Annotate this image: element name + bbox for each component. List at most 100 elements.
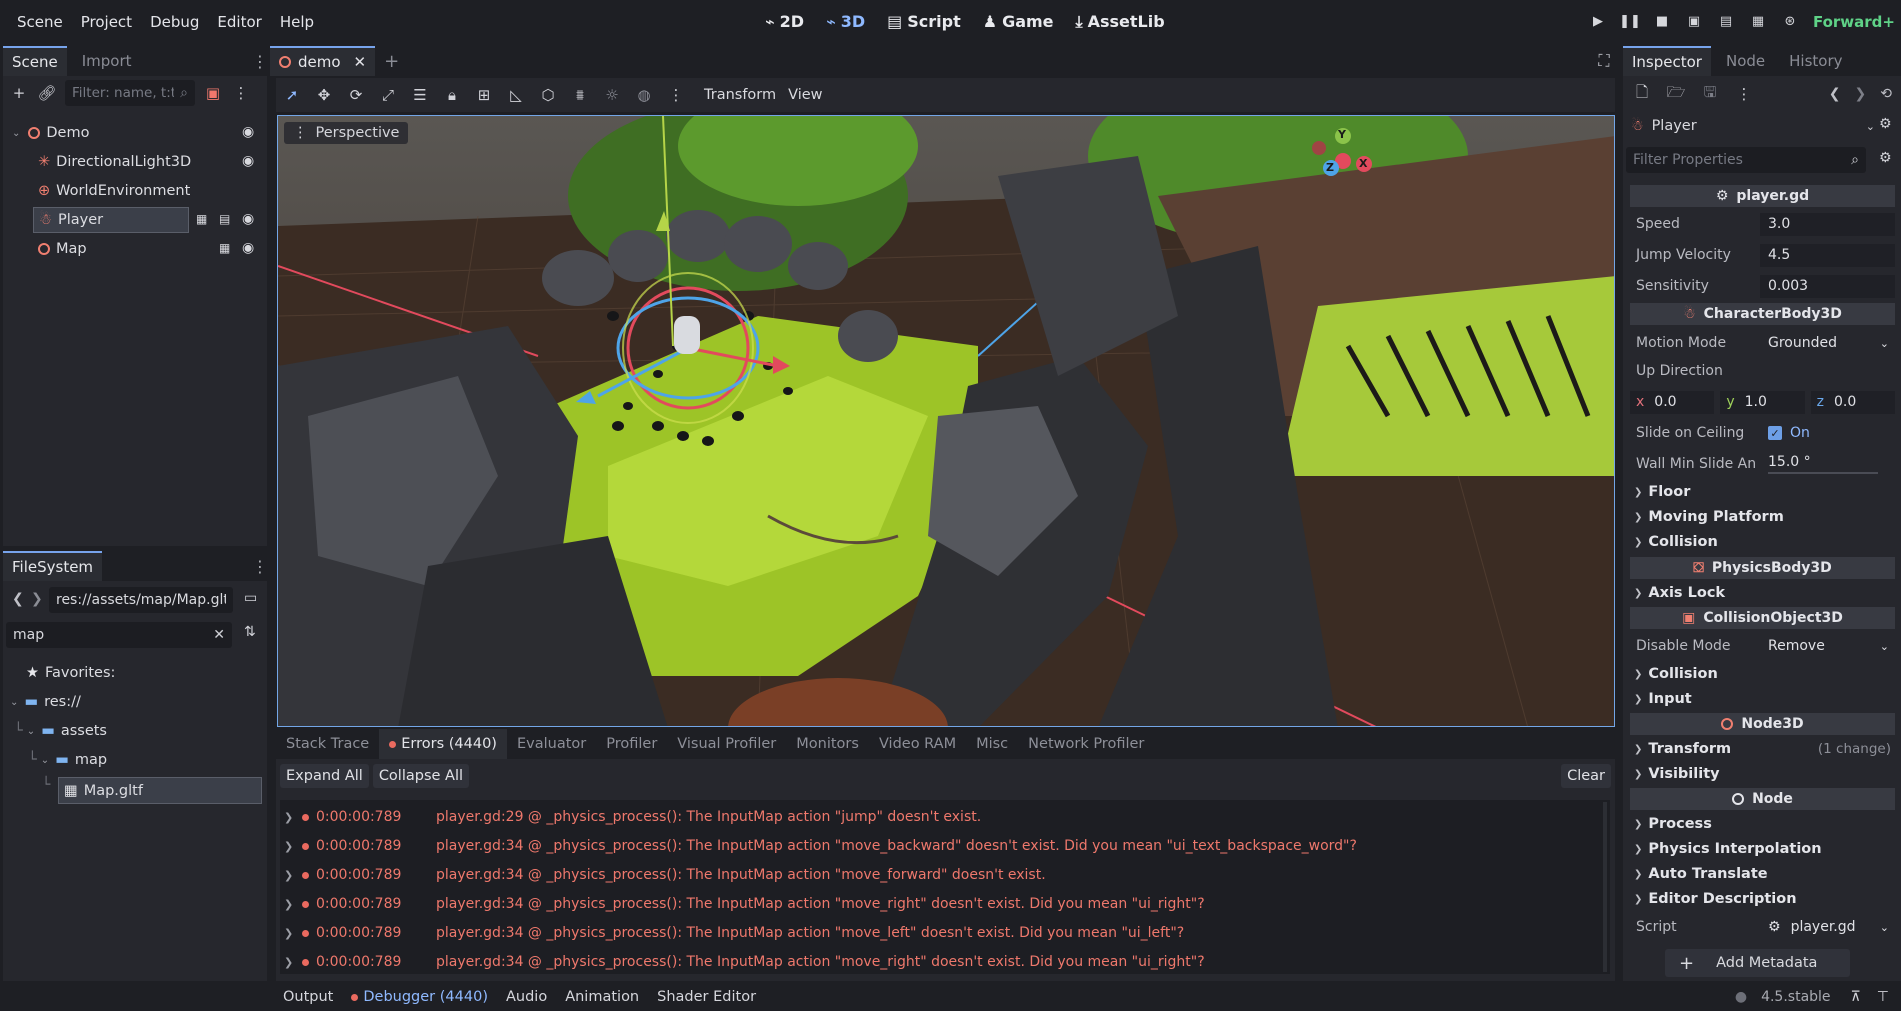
tree-node-map[interactable]: Map [38, 237, 87, 261]
group-icon[interactable]: ⊞ [474, 85, 494, 105]
visibility-eye-icon[interactable]: ◉ [242, 124, 254, 140]
close-icon[interactable]: ✕ [354, 53, 367, 71]
link-icon[interactable]: 🔗︎ [37, 83, 57, 103]
selectable-list-icon[interactable]: ☰ [410, 85, 430, 105]
section-process[interactable]: ❯ Process [1630, 812, 1895, 836]
section-input[interactable]: ❯ Input [1630, 687, 1895, 711]
movie-maker-icon[interactable]: ⊛ [1781, 13, 1799, 31]
tab-evaluator[interactable]: Evaluator [507, 729, 596, 759]
favorites-item[interactable]: ★ Favorites: [26, 661, 115, 685]
renderer-select[interactable]: Forward+ [1813, 13, 1895, 31]
file-map-gltf[interactable]: ▦ Map.gltf [58, 777, 262, 804]
section-physics-interpolation[interactable]: ❯ Physics Interpolation [1630, 837, 1895, 861]
scene-tab-demo[interactable]: demo ✕ [270, 46, 376, 76]
scale-tool-icon[interactable]: ⤢ [378, 85, 398, 105]
forward-icon[interactable]: ❯ [1855, 86, 1867, 102]
perspective-menu[interactable]: ⋮ Perspective [284, 122, 409, 144]
slider-track[interactable] [1768, 472, 1878, 474]
section-visibility[interactable]: ❯ Visibility [1630, 762, 1895, 786]
script-attach-icon[interactable]: ▣ [203, 83, 223, 103]
section-axis-lock[interactable]: ❯ Axis Lock [1630, 581, 1895, 605]
sun-preview-icon[interactable]: ☼ [602, 85, 622, 105]
path-field[interactable]: res://assets/map/Map.gltf [49, 587, 233, 613]
bottom-tab-debugger[interactable]: Debugger (4440) [342, 989, 497, 1005]
expand-all-button[interactable]: Expand All [280, 764, 369, 788]
tree-node-worldenvironment[interactable]: ⊕ WorldEnvironment [38, 179, 190, 203]
tab-visual-profiler[interactable]: Visual Profiler [667, 729, 786, 759]
section-editor-description[interactable]: ❯ Editor Description [1630, 887, 1895, 911]
add-node-icon[interactable]: + [9, 83, 29, 103]
add-scene-tab-icon[interactable]: + [375, 46, 408, 76]
tab-misc[interactable]: Misc [966, 729, 1018, 759]
clapper-icon[interactable]: ▦ [196, 212, 207, 226]
jump-velocity-field[interactable]: 4.5 [1760, 243, 1895, 267]
back-icon[interactable]: ❮ [1829, 86, 1841, 102]
kebab-icon[interactable]: ⋮ [252, 46, 268, 76]
workspace-3d[interactable]: ⌁ 3D [826, 12, 865, 31]
error-row[interactable]: ❯ 0:00:00:789 player.gd:34 @ _physics_proc… [284, 863, 1046, 887]
wall-min-slide-field[interactable]: 15.0 ° [1760, 453, 1895, 476]
collapse-all-button[interactable]: Collapse All [372, 764, 470, 788]
tree-node-directionallight3d[interactable]: ✳ DirectionalLight3D [38, 150, 191, 174]
history-icon[interactable]: ⟲ [1880, 86, 1892, 102]
play-scene-icon[interactable]: ▤ [1717, 13, 1735, 31]
bottom-tab-shader-editor[interactable]: Shader Editor [648, 989, 765, 1005]
snap-icon[interactable]: ⩩ [570, 85, 590, 105]
section-moving-platform[interactable]: ❯ Moving Platform [1630, 505, 1895, 529]
tab-history[interactable]: History [1780, 46, 1851, 76]
open-folder-icon[interactable]: 🗁︎ [1666, 83, 1686, 104]
pin-icon[interactable]: ⊼ [1851, 989, 1861, 1005]
section-collision-2[interactable]: ❯ Collision [1630, 662, 1895, 686]
save-icon[interactable]: 🖫︎ [1700, 83, 1720, 104]
rotate-tool-icon[interactable]: ⟳ [346, 85, 366, 105]
add-metadata-button[interactable]: + Add Metadata [1665, 949, 1850, 977]
section-auto-translate[interactable]: ❯ Auto Translate [1630, 862, 1895, 886]
play-custom-scene-icon[interactable]: ▦ [1749, 13, 1767, 31]
visibility-eye-icon[interactable]: ◉ [242, 240, 254, 256]
stop-icon[interactable]: ■ [1653, 13, 1671, 31]
tab-import[interactable]: Import [73, 46, 141, 76]
environment-preview-icon[interactable]: ◍ [634, 85, 654, 105]
menu-help[interactable]: Help [271, 13, 323, 31]
script-icon[interactable]: ▤ [219, 212, 230, 226]
menu-editor[interactable]: Editor [208, 13, 270, 31]
tab-scene[interactable]: Scene [3, 46, 67, 76]
object-selector[interactable]: ☃ Player ⌄ [1625, 113, 1875, 139]
kebab-icon[interactable]: ⋮ [666, 85, 686, 105]
kebab-icon[interactable]: ⋮ [1734, 84, 1754, 104]
transform-menu[interactable]: Transform [704, 87, 776, 103]
split-mode-icon[interactable]: ▭ [244, 590, 257, 606]
tree-node-player[interactable]: ☃ Player [33, 207, 189, 233]
ruler-icon[interactable]: ◺ [506, 85, 526, 105]
workspace-game[interactable]: ♟ Game [983, 12, 1054, 31]
up-x-field[interactable]: x 0.0 [1630, 390, 1715, 414]
sensitivity-field[interactable]: 0.003 [1760, 274, 1895, 298]
speed-field[interactable]: 3.0 [1760, 212, 1895, 236]
tab-network-profiler[interactable]: Network Profiler [1018, 729, 1154, 759]
back-icon[interactable]: ❮ [12, 591, 24, 607]
folder-assets[interactable]: └ ⌄ ▬ assets [14, 719, 107, 743]
disable-mode-select[interactable]: Remove ⌄ [1760, 635, 1895, 658]
scene-filter-input[interactable]: Filter: name, t:t ⌕ [65, 80, 195, 106]
visibility-eye-icon[interactable]: ◉ [242, 211, 254, 227]
move-tool-icon[interactable]: ✥ [314, 85, 334, 105]
tab-profiler[interactable]: Profiler [596, 729, 667, 759]
distraction-free-icon[interactable]: ⛶ [1597, 46, 1611, 76]
motion-mode-select[interactable]: Grounded ⌄ [1760, 332, 1895, 355]
tab-video-ram[interactable]: Video RAM [869, 729, 966, 759]
error-row[interactable]: ❯ 0:00:00:789 player.gd:34 @ _physics_proc… [284, 834, 1357, 858]
menu-project[interactable]: Project [72, 13, 141, 31]
object-properties-icon[interactable]: ⚙ [1879, 116, 1892, 132]
bottom-tab-audio[interactable]: Audio [497, 989, 556, 1005]
slide-on-ceiling-checkbox[interactable]: ✓ On [1760, 422, 1895, 445]
error-row[interactable]: ❯ 0:00:00:789 player.gd:29 @ _physics_proc… [284, 805, 981, 829]
workspace-assetlib[interactable]: ⤓ AssetLib [1076, 12, 1165, 32]
update-spinner-icon[interactable]: ● [1735, 989, 1747, 1005]
kebab-icon[interactable]: ⋮ [252, 551, 268, 581]
forward-icon[interactable]: ❯ [31, 591, 43, 607]
gizmo-x-label[interactable]: X [1359, 157, 1367, 170]
play-icon[interactable]: ▶ [1589, 13, 1607, 31]
file-search-input[interactable]: map ✕ [6, 622, 232, 648]
lock-icon[interactable]: 🔒︎ [442, 85, 462, 105]
error-row[interactable]: ❯ 0:00:00:789 player.gd:34 @ _physics_proc… [284, 950, 1205, 974]
